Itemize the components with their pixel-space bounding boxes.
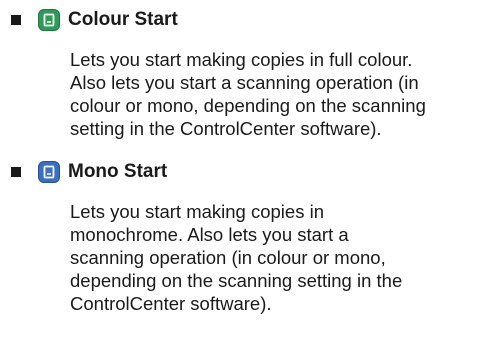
description-line: Also lets you start a scanning operation… [70,72,419,93]
description-line: Lets you start making copies in full col… [70,49,413,70]
description-line: colour or mono, depending on the scannin… [70,95,426,116]
bullet-icon [11,167,21,177]
mono-start-title: Mono Start [68,161,168,182]
mono-start-heading: Mono Start [11,159,167,185]
colour-start-key-icon [38,9,60,31]
mono-start-description: Lets you start making copies in monochro… [70,200,480,315]
colour-start-title: Colour Start [68,9,178,30]
description-line: depending on the scanning setting in the [70,270,403,291]
mono-start-key-icon [38,161,60,183]
description-line: ControlCenter software). [70,293,272,314]
colour-start-description: Lets you start making copies in full col… [70,48,480,140]
description-line: Lets you start making copies in [70,201,324,222]
description-line: scanning operation (in colour or mono, [70,247,386,268]
description-line: setting in the ControlCenter software). [70,118,382,139]
description-line: monochrome. Also lets you start a [70,224,349,245]
colour-start-heading: Colour Start [11,7,178,33]
bullet-icon [11,15,21,25]
